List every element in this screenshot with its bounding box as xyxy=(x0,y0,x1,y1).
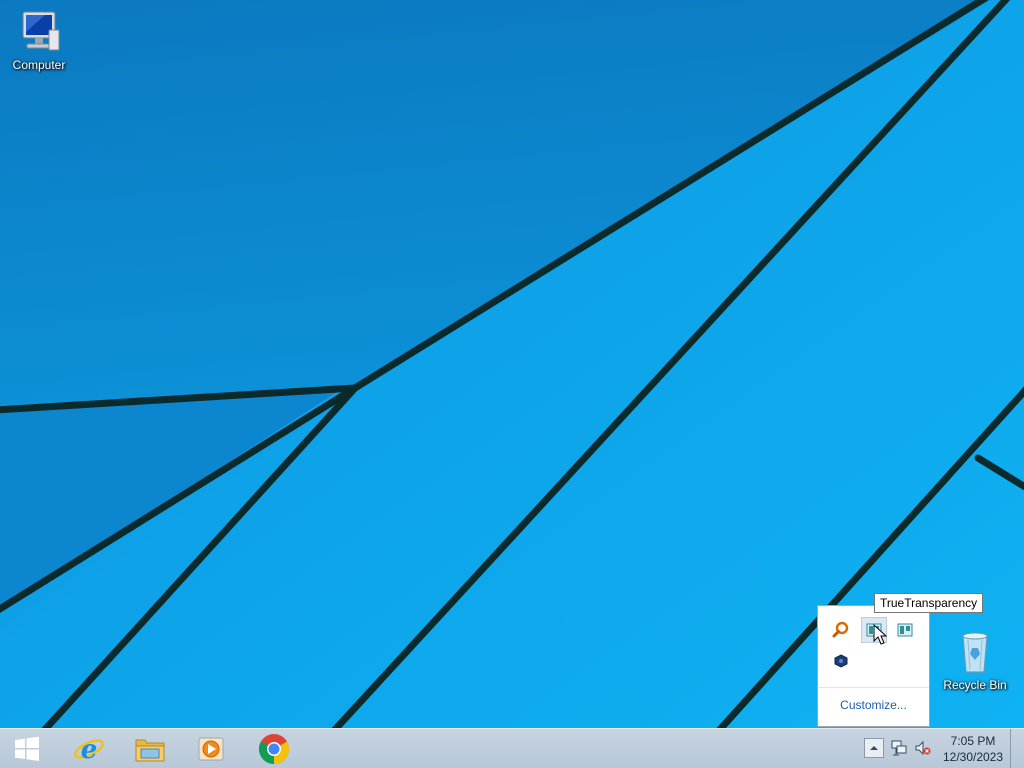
windows-logo-icon xyxy=(15,736,39,761)
chevron-up-icon xyxy=(870,746,878,750)
clock-time: 7:05 PM xyxy=(950,734,996,748)
start-button[interactable] xyxy=(0,729,54,768)
tooltip: TrueTransparency xyxy=(874,593,984,613)
show-desktop-button[interactable] xyxy=(1010,729,1024,768)
taskbar-internet-explorer[interactable]: e xyxy=(61,729,117,768)
internet-explorer-icon: e xyxy=(73,735,105,765)
popup-divider xyxy=(818,687,929,688)
customize-link[interactable]: Customize... xyxy=(818,698,929,712)
windows-media-player-icon xyxy=(198,737,224,760)
taskbar-clock[interactable]: 7:05 PM 12/30/2023 xyxy=(936,733,1010,765)
taskbar-windows-media-player[interactable] xyxy=(183,729,239,768)
clock-date: 12/30/2023 xyxy=(942,750,1004,764)
truetransparency-tray-icon-2[interactable] xyxy=(892,617,918,643)
settings-cube-tray-icon[interactable] xyxy=(828,648,854,674)
desktop-icon-label: Recycle Bin xyxy=(943,678,1007,692)
desktop-icon-recycle-bin[interactable]: Recycle Bin xyxy=(937,628,1013,692)
desktop-icon-computer[interactable]: Computer xyxy=(1,8,77,72)
file-explorer-icon xyxy=(135,739,165,761)
recycle-bin-icon xyxy=(951,628,999,676)
network-icon[interactable] xyxy=(890,739,908,757)
magnifier-tray-icon[interactable] xyxy=(828,617,854,643)
taskbar-chrome[interactable] xyxy=(246,729,302,768)
computer-icon xyxy=(15,8,63,56)
volume-muted-icon[interactable] xyxy=(914,739,932,757)
desktop-icon-label: Computer xyxy=(12,58,66,72)
svg-text:e: e xyxy=(81,735,98,765)
taskbar-file-explorer[interactable] xyxy=(122,729,178,768)
desktop[interactable]: Computer Recycle Bin Customize... TrueTr… xyxy=(0,0,1024,728)
show-hidden-icons-button[interactable] xyxy=(864,738,884,758)
chrome-icon xyxy=(258,733,290,764)
mouse-cursor-icon xyxy=(873,624,888,645)
taskbar: e 7:05 PM 12/30/2023 xyxy=(0,728,1024,768)
